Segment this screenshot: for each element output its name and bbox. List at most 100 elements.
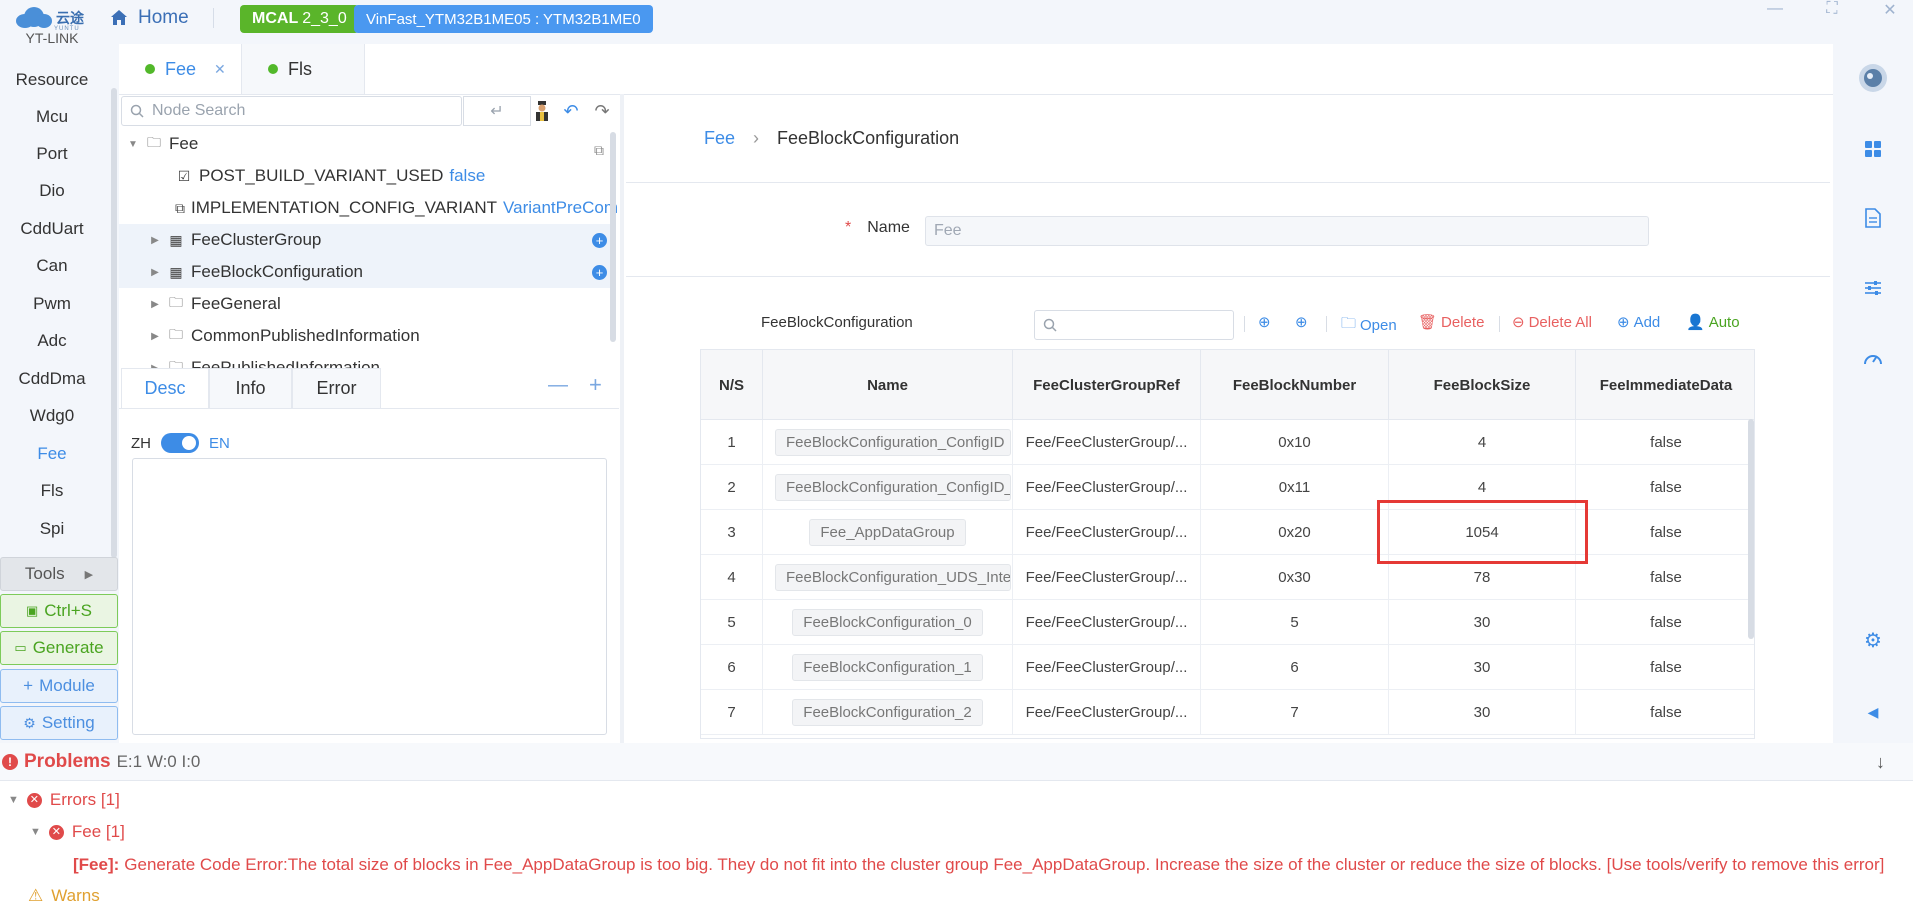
nav-item-spi[interactable]: Spi	[0, 519, 104, 539]
cell-cluster-ref[interactable]: Fee/FeeClusterGroup/...	[1013, 690, 1201, 735]
cell-block-size[interactable]: 30	[1389, 645, 1576, 690]
nav-item-cdduart[interactable]: CddUart	[0, 219, 104, 239]
name-chip[interactable]: FeeBlockConfiguration_1	[792, 654, 983, 681]
nav-item-wdg0[interactable]: Wdg0	[0, 406, 104, 426]
save-button[interactable]: ▣ Ctrl+S	[0, 594, 118, 628]
node-search-input[interactable]: Node Search	[121, 96, 462, 126]
chevron-right-icon[interactable]: ▶	[149, 299, 161, 310]
tab-desc[interactable]: Desc	[121, 368, 209, 408]
col-header-cluster-ref[interactable]: FeeClusterGroupRef	[1013, 350, 1201, 420]
sidebar-scrollbar[interactable]	[111, 88, 117, 558]
cell-block-size[interactable]: 4	[1389, 420, 1576, 465]
cell-block-number[interactable]: 0x30	[1201, 555, 1389, 600]
cell-immediate-data[interactable]: false	[1576, 645, 1754, 690]
name-chip[interactable]: FeeBlockConfiguration_ConfigID	[775, 429, 1011, 456]
chevron-right-icon[interactable]: ▶	[149, 331, 161, 342]
auto-button[interactable]: 👤 Auto	[1686, 313, 1740, 332]
minimize-icon[interactable]: —	[1765, 0, 1785, 20]
tree-node-root[interactable]: ▼ 🗀 Fee	[119, 128, 611, 160]
col-header-block-size[interactable]: FeeBlockSize	[1389, 350, 1576, 420]
chevron-down-icon[interactable]: ▼	[127, 139, 139, 150]
generate-button[interactable]: ▭ Generate	[0, 631, 118, 665]
cell-block-size[interactable]: 30	[1389, 690, 1576, 735]
nav-item-cdddma[interactable]: CddDma	[0, 369, 104, 389]
nav-item-resource[interactable]: Resource	[0, 70, 104, 90]
add-cluster-group-icon[interactable]: +	[592, 233, 607, 248]
cell-cluster-ref[interactable]: Fee/FeeClusterGroup/...	[1013, 555, 1201, 600]
cell-ns[interactable]: 2	[701, 465, 763, 510]
maximize-icon[interactable]: ⛶	[1822, 0, 1842, 20]
chevron-right-icon[interactable]: ▶	[149, 235, 161, 246]
col-header-block-number[interactable]: FeeBlockNumber	[1201, 350, 1389, 420]
cell-name[interactable]: Fee_AppDataGroup	[763, 510, 1013, 555]
chevron-down-icon[interactable]: ▼	[8, 794, 19, 806]
table-row[interactable]: 1 FeeBlockConfiguration_ConfigID Fee/FeeCl…	[701, 420, 1754, 465]
cell-cluster-ref[interactable]: Fee/FeeClusterGroup/...	[1013, 645, 1201, 690]
project-badge[interactable]: VinFast_YTM32B1ME05 : YTM32B1ME0	[354, 5, 653, 33]
tree-scrollbar[interactable]	[610, 132, 616, 342]
cell-name[interactable]: FeeBlockConfiguration_UDS_Internal	[763, 555, 1013, 600]
nav-item-adc[interactable]: Adc	[0, 331, 104, 351]
nav-item-dio[interactable]: Dio	[0, 181, 104, 201]
expand-icon[interactable]: +	[589, 372, 602, 398]
close-window-icon[interactable]: ✕	[1880, 0, 1900, 20]
table-scrollbar[interactable]	[1748, 419, 1754, 639]
cell-ns[interactable]: 5	[701, 600, 763, 645]
cell-block-number[interactable]: 0x10	[1201, 420, 1389, 465]
fee-error-group[interactable]: ▼ ✕ Fee [1]	[30, 822, 125, 842]
chevron-right-icon[interactable]: ▶	[149, 267, 161, 278]
cell-cluster-ref[interactable]: Fee/FeeClusterGroup/...	[1013, 510, 1201, 555]
cell-block-number[interactable]: 6	[1201, 645, 1389, 690]
table-row[interactable]: 5 FeeBlockConfiguration_0 Fee/FeeClusterGr…	[701, 600, 1754, 645]
cell-cluster-ref[interactable]: Fee/FeeClusterGroup/...	[1013, 600, 1201, 645]
home-button[interactable]: Home	[110, 6, 189, 30]
table-row[interactable]: 7 FeeBlockConfiguration_2 Fee/FeeClusterGr…	[701, 690, 1754, 735]
add-block-configuration-icon[interactable]: +	[592, 265, 607, 280]
delete-button[interactable]: 🗑 Delete	[1418, 313, 1484, 332]
cell-ns[interactable]: 7	[701, 690, 763, 735]
checkbox-icon[interactable]: ☑	[175, 168, 193, 184]
move-down-icon[interactable]: ⊕	[1295, 313, 1308, 331]
cell-cluster-ref[interactable]: Fee/FeeClusterGroup/...	[1013, 465, 1201, 510]
panel-divider[interactable]	[620, 94, 624, 743]
warns-group[interactable]: ⚠ Warns	[28, 886, 100, 906]
tab-fee[interactable]: Fee ✕	[119, 44, 242, 94]
table-row[interactable]: 4 FeeBlockConfiguration_UDS_InternalFee/F…	[701, 555, 1754, 600]
inspector-icon[interactable]	[529, 98, 555, 124]
settings-icon[interactable]: ⚙	[1858, 625, 1888, 655]
nav-item-fee[interactable]: Fee	[0, 444, 104, 464]
cell-immediate-data[interactable]: false	[1576, 465, 1754, 510]
nav-item-can[interactable]: Can	[0, 256, 104, 276]
table-row[interactable]: 3 Fee_AppDataGroup Fee/FeeClusterGroup/...…	[701, 510, 1754, 555]
table-row[interactable]: 2 FeeBlockConfiguration_ConfigID_B Fee/Fee…	[701, 465, 1754, 510]
cell-block-number[interactable]: 0x20	[1201, 510, 1389, 555]
open-button[interactable]: 🗀 Open	[1341, 313, 1397, 338]
name-input[interactable]: Fee	[925, 216, 1649, 246]
cell-immediate-data[interactable]: false	[1576, 690, 1754, 735]
language-switch[interactable]	[161, 433, 199, 453]
collapse-all-icon[interactable]: ⧉	[594, 142, 604, 159]
sliders-icon[interactable]	[1858, 273, 1888, 303]
tree-node-cluster-group[interactable]: ▶ ▦ FeeClusterGroup	[119, 224, 611, 256]
name-chip[interactable]: Fee_AppDataGroup	[809, 519, 966, 546]
module-button[interactable]: + Module	[0, 669, 118, 703]
cell-ns[interactable]: 3	[701, 510, 763, 555]
col-header-immediate-data[interactable]: FeeImmediateData	[1576, 350, 1754, 420]
tree-node-impl-variant[interactable]: ⧉ IMPLEMENTATION_CONFIG_VARIANT VariantP…	[119, 192, 619, 224]
cell-ns[interactable]: 1	[701, 420, 763, 465]
cell-ns[interactable]: 6	[701, 645, 763, 690]
cell-block-number[interactable]: 0x11	[1201, 465, 1389, 510]
close-icon[interactable]: ✕	[214, 61, 226, 78]
cell-block-number[interactable]: 7	[1201, 690, 1389, 735]
cell-immediate-data[interactable]: false	[1576, 420, 1754, 465]
avatar[interactable]	[1858, 63, 1888, 93]
chevron-down-icon[interactable]: ▼	[30, 826, 41, 838]
tree-node-post-build[interactable]: ☑ POST_BUILD_VARIANT_USED false	[119, 160, 611, 192]
tab-error[interactable]: Error	[292, 368, 381, 408]
cell-name[interactable]: FeeBlockConfiguration_ConfigID_B	[763, 465, 1013, 510]
name-chip[interactable]: FeeBlockConfiguration_UDS_Internal	[775, 564, 1011, 591]
cell-ns[interactable]: 4	[701, 555, 763, 600]
table-row[interactable]: 6 FeeBlockConfiguration_1 Fee/FeeClusterGr…	[701, 645, 1754, 690]
cell-block-size[interactable]: 30	[1389, 600, 1576, 645]
add-button[interactable]: ⊕ Add	[1617, 313, 1660, 332]
